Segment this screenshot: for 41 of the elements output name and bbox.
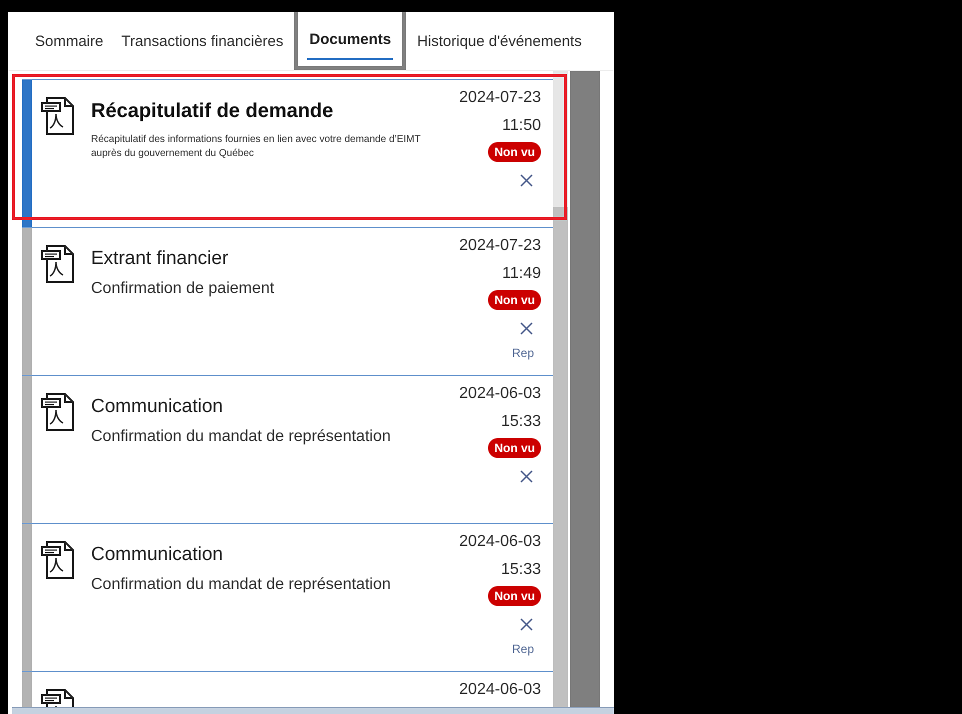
unseen-badge: Non vu (488, 142, 541, 162)
close-icon[interactable] (520, 322, 533, 335)
document-description: Récapitulatif des informations fournies en lien avec votre demande d’EIMT auprès du gouvernement du Québec (91, 133, 422, 161)
document-card[interactable]: Récapitulatif de demande Récapitulatif des informations fournies en lien avec votre demande d’EIMT auprès du gouvernement du Québec 2024-07-23 11:50 Non vu (22, 79, 553, 227)
unseen-badge: Non vu (488, 586, 541, 606)
close-icon[interactable] (520, 470, 533, 483)
document-title: Communication (91, 396, 224, 418)
tab[interactable]: Documents (294, 12, 406, 70)
close-icon[interactable] (520, 174, 533, 187)
tab[interactable]: Sommaire (26, 12, 112, 70)
document-card[interactable]: Communication Confirmation du mandat de représentation 2024-06-03 15:33 Non vu (22, 375, 553, 523)
document-description: Confirmation du mandat de représentation (91, 575, 392, 595)
document-icon (40, 390, 76, 432)
document-title: Extrant financier (91, 248, 230, 270)
document-date: 2024-06-03 (459, 384, 541, 404)
document-date: 2024-06-03 (459, 532, 541, 552)
document-card[interactable]: 2024-06-03 (22, 671, 553, 707)
document-description: Confirmation du mandat de représentation (91, 427, 392, 447)
document-date: 2024-07-23 (459, 88, 541, 108)
unseen-badge: Non vu (488, 290, 541, 310)
document-card[interactable]: Communication Confirmation du mandat de représentation 2024-06-03 15:33 Non vu Rep (22, 523, 553, 671)
scrollbar[interactable] (553, 71, 568, 707)
document-time: 11:50 (502, 116, 541, 136)
document-time: 15:33 (500, 560, 541, 580)
document-icon (40, 538, 76, 580)
document-icon (40, 242, 76, 284)
document-description: Confirmation de paiement (91, 279, 276, 299)
document-icon (40, 94, 76, 136)
unseen-badge: Non vu (488, 438, 541, 458)
document-date: 2024-07-23 (459, 236, 541, 256)
document-date: 2024-06-03 (459, 680, 541, 700)
reply-link[interactable]: Rep (512, 346, 534, 360)
close-icon[interactable] (520, 618, 533, 631)
document-card[interactable]: Extrant financier Confirmation de paiement 2024-07-23 11:49 Non vu Rep (22, 227, 553, 375)
reply-link[interactable]: Rep (512, 642, 534, 656)
tab[interactable]: Historique d'événements (408, 12, 591, 70)
tab[interactable]: Transactions financières (112, 12, 292, 70)
document-time: 11:49 (502, 264, 541, 284)
document-title: Récapitulatif de demande (91, 100, 334, 123)
document-time: 15:33 (500, 412, 541, 432)
document-title: Communication (91, 544, 224, 566)
